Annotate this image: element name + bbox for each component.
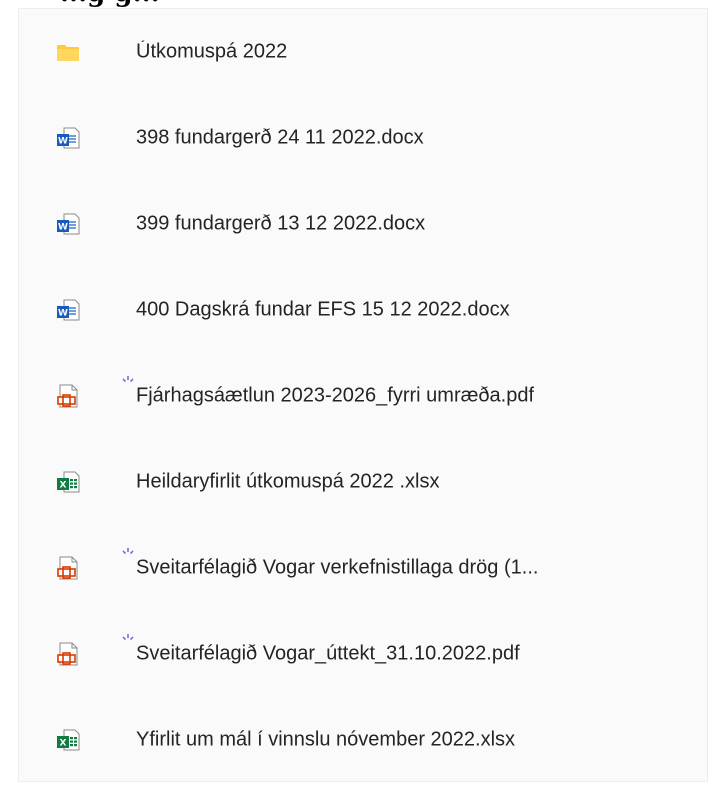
file-name: 399 fundargerð 13 12 2022.docx: [136, 212, 426, 235]
file-row-heildaryfirlit-xlsx[interactable]: X Heildaryfirlit útkomuspá 2022 .xlsx: [19, 439, 707, 525]
file-row-verkefnistillaga-pdf[interactable]: Sveitarfélagið Vogar verkefnistillaga dr…: [19, 525, 707, 611]
file-name: Útkomuspá 2022: [136, 40, 288, 63]
file-row-uttekt-pdf[interactable]: Sveitarfélagið Vogar_úttekt_31.10.2022.p…: [19, 611, 707, 697]
word-icon: W: [55, 297, 81, 323]
file-list: Útkomuspá 2022 W 398 fundargerð 24 11 20…: [19, 9, 707, 783]
file-name: 400 Dagskrá fundar EFS 15 12 2022.docx: [136, 298, 510, 321]
folder-icon: [55, 39, 81, 65]
excel-icon: X: [55, 727, 81, 753]
file-row-fjarhagsaetlun-pdf[interactable]: Fjárhagsáætlun 2023-2026_fyrri umræða.pd…: [19, 353, 707, 439]
file-list-panel: Útkomuspá 2022 W 398 fundargerð 24 11 20…: [18, 8, 708, 782]
file-name: Heildaryfirlit útkomuspá 2022 .xlsx: [136, 470, 440, 493]
sync-status-icon: [121, 547, 135, 561]
pdf-icon: [55, 555, 81, 581]
file-name: Sveitarfélagið Vogar verkefnistillaga dr…: [136, 556, 539, 579]
file-name: 398 fundargerð 24 11 2022.docx: [136, 126, 424, 149]
sync-status-icon: [121, 375, 135, 389]
file-name: Yfirlit um mál í vinnslu nóvember 2022.x…: [136, 728, 516, 751]
word-icon: W: [55, 125, 81, 151]
file-row-398-fundargerd[interactable]: W 398 fundargerð 24 11 2022.docx: [19, 95, 707, 181]
pdf-icon: [55, 383, 81, 409]
file-row-yfirlit-xlsx[interactable]: X Yfirlit um mál í vinnslu nóvember 2022…: [19, 697, 707, 783]
svg-text:W: W: [58, 223, 68, 233]
file-name: Sveitarfélagið Vogar_úttekt_31.10.2022.p…: [136, 642, 520, 665]
file-name: Fjárhagsáætlun 2023-2026_fyrri umræða.pd…: [136, 384, 534, 407]
cropped-heading: ...g g...: [60, 0, 160, 8]
word-icon: W: [55, 211, 81, 237]
file-row-utkomuspa-folder[interactable]: Útkomuspá 2022: [19, 9, 707, 95]
svg-text:X: X: [60, 481, 67, 491]
sync-status-icon: [121, 633, 135, 647]
pdf-icon: [55, 641, 81, 667]
file-row-400-dagskra[interactable]: W 400 Dagskrá fundar EFS 15 12 2022.docx: [19, 267, 707, 353]
svg-text:W: W: [58, 309, 68, 319]
svg-text:X: X: [60, 739, 67, 749]
svg-text:W: W: [58, 137, 68, 147]
file-row-399-fundargerd[interactable]: W 399 fundargerð 13 12 2022.docx: [19, 181, 707, 267]
excel-icon: X: [55, 469, 81, 495]
